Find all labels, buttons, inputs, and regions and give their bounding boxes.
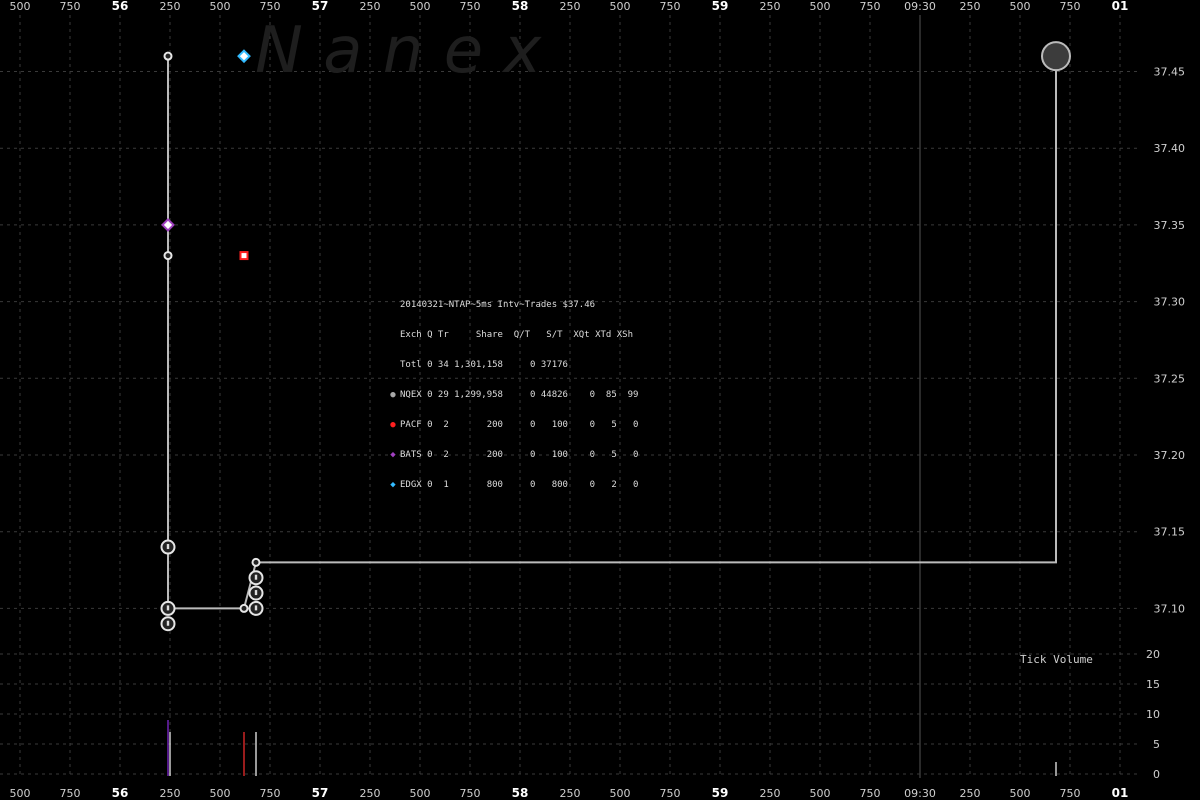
volume-tick-label: 10	[1146, 708, 1160, 721]
time-tick-label: 500	[810, 0, 831, 13]
price-tick-label: 37.15	[1154, 526, 1186, 539]
nqex-trade-marker-core	[166, 544, 170, 550]
time-tick-label: 750	[1060, 787, 1081, 800]
nqex-trade-marker-core	[166, 620, 170, 626]
price-tick-label: 37.35	[1154, 219, 1186, 232]
time-tick-label: 500	[210, 0, 231, 13]
time-tick-label: 57	[312, 0, 329, 13]
volume-label: Tick Volume	[1020, 653, 1093, 666]
time-tick-label: 01	[1112, 0, 1129, 13]
time-tick-label: 250	[560, 787, 581, 800]
time-tick-label: 500	[1010, 787, 1031, 800]
bats-legend-icon: ◆	[390, 450, 396, 460]
volume-tick-label: 0	[1153, 768, 1160, 781]
edgx-trade-marker	[237, 49, 251, 64]
time-tick-label: 500	[10, 787, 31, 800]
price-tick-label: 37.40	[1154, 142, 1186, 155]
time-tick-label: 500	[410, 0, 431, 13]
watermark: N a n e x	[255, 14, 542, 88]
time-tick-label: 250	[760, 787, 781, 800]
pacf-legend-icon: ●	[390, 420, 396, 430]
time-tick-label: 09:30	[904, 0, 936, 13]
time-tick-label: 500	[10, 0, 31, 13]
volume-bars	[167, 720, 1057, 776]
nqex-trade-marker	[163, 251, 173, 261]
time-tick-label: 500	[810, 787, 831, 800]
nqex-trade-marker-core	[254, 605, 258, 611]
nqex-trade-marker	[1041, 41, 1071, 72]
time-tick-label: 500	[410, 787, 431, 800]
nqex-trade-marker	[251, 557, 261, 567]
time-tick-label: 500	[1010, 0, 1031, 13]
time-tick-label: 56	[112, 0, 129, 13]
time-tick-label: 250	[560, 0, 581, 13]
time-tick-label: 59	[712, 786, 729, 800]
pacf-trade-marker	[239, 251, 249, 261]
time-tick-label: 01	[1112, 786, 1129, 800]
time-tick-label: 500	[610, 787, 631, 800]
time-tick-label: 750	[660, 787, 681, 800]
legend-header: Exch Q Tr Share Q/T S/T XQt XTd XSh	[400, 330, 633, 340]
time-tick-label: 56	[112, 786, 129, 800]
time-tick-label: 500	[610, 0, 631, 13]
time-tick-label: 750	[660, 0, 681, 13]
time-axis-top: 500 750 56 250 500 750 57 250 500 750 58 250 500 750 5…	[10, 0, 1129, 13]
time-tick-label: 58	[512, 786, 529, 800]
volume-tick-label: 5	[1153, 738, 1160, 751]
bats-trade-marker	[161, 217, 175, 232]
legend-row-edgx: ◆ EDGX 0 1 800 0 800 0 2 0	[386, 480, 638, 490]
time-tick-label: 57	[312, 786, 329, 800]
edgx-legend-icon: ◆	[390, 480, 396, 490]
price-tick-label: 37.10	[1154, 602, 1186, 615]
price-tick-label: 37.20	[1154, 449, 1186, 462]
nqex-trade-marker-core	[254, 574, 258, 580]
nqex-trade-marker	[163, 51, 173, 61]
volume-axis: 20 15 10 5 0	[1146, 648, 1160, 781]
time-tick-label: 250	[960, 787, 981, 800]
time-tick-label: 250	[360, 0, 381, 13]
time-tick-label: 750	[860, 0, 881, 13]
time-tick-label: 250	[960, 0, 981, 13]
price-tick-label: 37.30	[1154, 296, 1186, 309]
legend: 20140321~NTAP~5ms Intv~Trades $37.46 Exc…	[386, 280, 638, 500]
legend-row-totl: Totl 0 34 1,301,158 0 37176	[400, 360, 568, 370]
time-axis-bottom: 500 750 56 250 500 750 57 250 500 750 58 250 500 750 5…	[10, 786, 1129, 800]
time-tick-label: 09:30	[904, 787, 936, 800]
time-tick-label: 59	[712, 0, 729, 13]
nqex-trade-marker-core	[254, 590, 258, 596]
time-tick-label: 750	[1060, 0, 1081, 13]
time-tick-label: 750	[260, 0, 281, 13]
time-tick-label: 250	[760, 0, 781, 13]
volume-tick-label: 15	[1146, 678, 1160, 691]
nqex-legend-icon: ●	[390, 390, 396, 400]
time-tick-label: 250	[160, 787, 181, 800]
legend-row-nqex: ● NQEX 0 29 1,299,958 0 44826 0 85 99	[386, 390, 638, 400]
price-tick-label: 37.25	[1154, 372, 1186, 385]
nqex-trade-marker-core	[166, 605, 170, 611]
time-tick-label: 750	[860, 787, 881, 800]
time-tick-label: 750	[60, 0, 81, 13]
time-tick-label: 750	[460, 0, 481, 13]
time-tick-label: 750	[460, 787, 481, 800]
price-tick-label: 37.45	[1154, 66, 1186, 79]
volume-tick-label: 20	[1146, 648, 1160, 661]
legend-row-bats: ◆ BATS 0 2 200 0 100 0 5 0	[386, 450, 638, 460]
legend-row-pacf: ● PACF 0 2 200 0 100 0 5 0	[386, 420, 638, 430]
time-tick-label: 750	[60, 787, 81, 800]
time-tick-label: 500	[210, 787, 231, 800]
price-axis: 37.45 37.40 37.35 37.30 37.25 37.20 37.15 37.10	[1154, 66, 1186, 616]
nqex-trade-marker	[239, 603, 249, 613]
time-tick-label: 750	[260, 787, 281, 800]
time-tick-label: 58	[512, 0, 529, 13]
time-tick-label: 250	[160, 0, 181, 13]
legend-title: 20140321~NTAP~5ms Intv~Trades $37.46	[400, 300, 596, 310]
time-tick-label: 250	[360, 787, 381, 800]
